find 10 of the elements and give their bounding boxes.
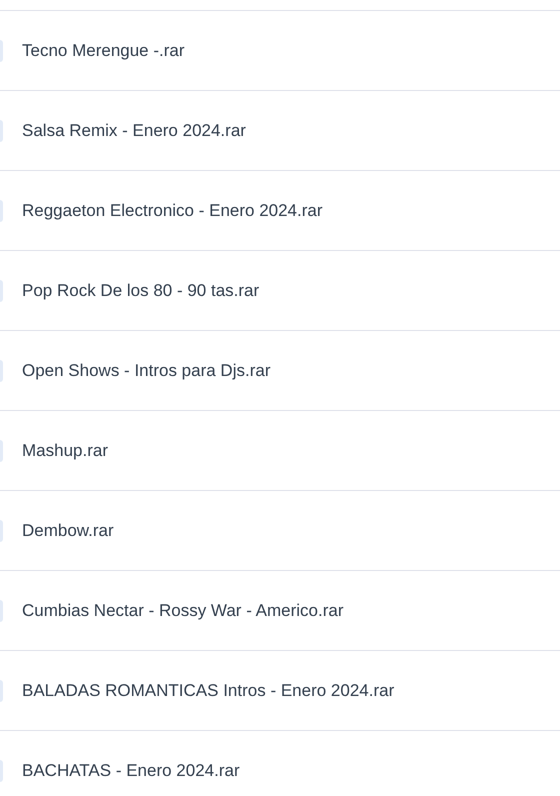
file-name[interactable]: Open Shows - Intros para Djs.rar [22,358,270,384]
file-name[interactable]: BALADAS ROMANTICAS Intros - Enero 2024.rar [22,678,394,704]
file-name[interactable]: Salsa Remix - Enero 2024.rar [22,118,246,144]
file-name[interactable]: Cumbias Nectar - Rossy War - Americo.rar [22,598,344,624]
file-name[interactable]: BACHATAS - Enero 2024.rar [22,758,240,784]
file-name[interactable]: Tecno Merengue -.rar [22,38,185,64]
file-name[interactable]: Mashup.rar [22,438,108,464]
file-name[interactable]: Pop Rock De los 80 - 90 tas.rar [22,278,260,304]
file-name[interactable]: Dembow.rar [22,518,114,544]
file-name[interactable]: Reggaeton Electronico - Enero 2024.rar [22,198,323,224]
